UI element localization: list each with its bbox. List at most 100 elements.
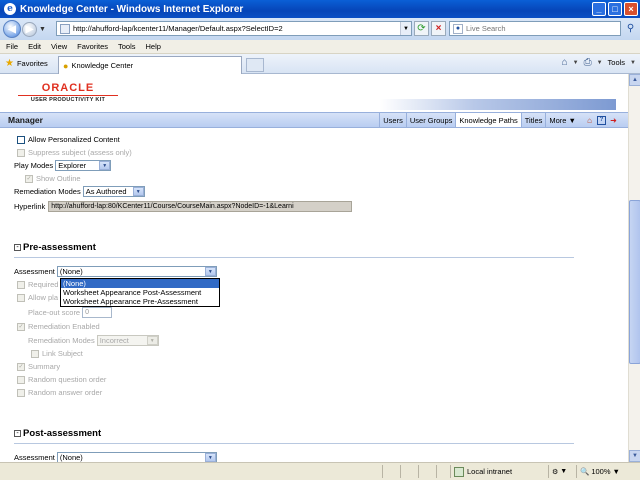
- suppress-subject-row: Suppress subject (assess only): [17, 148, 132, 157]
- menu-favorites[interactable]: Favorites: [72, 42, 113, 51]
- chevron-down-icon: ▼: [204, 267, 216, 276]
- search-go-icon[interactable]: ⚲: [624, 22, 637, 35]
- play-modes-row: Play Modes Explorer ▼: [14, 160, 112, 171]
- suppress-subject-checkbox[interactable]: [17, 148, 25, 157]
- remediation-enabled-checkbox[interactable]: ✓: [17, 322, 25, 331]
- required-label: Required: [28, 280, 59, 289]
- hyperlink-field[interactable]: http://ahufford-lap:80/KCenter11/Course/…: [48, 201, 353, 212]
- refresh-button[interactable]: ⟳: [414, 21, 429, 36]
- link-subject-label: Link Subject: [42, 349, 83, 358]
- logout-icon[interactable]: ➜: [609, 116, 618, 125]
- back-button[interactable]: ◀: [3, 20, 21, 38]
- zone-label: Local intranet: [467, 467, 513, 476]
- vertical-scrollbar[interactable]: ▲ ▼: [628, 74, 640, 462]
- nav-users[interactable]: Users: [379, 113, 406, 127]
- nav-titles[interactable]: Titles: [520, 113, 546, 127]
- menu-file[interactable]: File: [0, 42, 23, 51]
- random-question-label: Random question order: [28, 375, 107, 384]
- scroll-down-icon[interactable]: ▼: [629, 450, 640, 462]
- print-icon[interactable]: ⎙: [584, 57, 592, 68]
- manager-bar: Manager Users User Groups Knowledge Path…: [0, 112, 628, 128]
- help-icon[interactable]: ?: [597, 115, 606, 125]
- remediation-modes-select[interactable]: As Authored ▼: [82, 186, 145, 197]
- home-icon[interactable]: ⌂: [585, 116, 594, 125]
- random-answer-row: Random answer order: [17, 388, 102, 397]
- scrollbar-thumb[interactable]: [629, 200, 640, 364]
- minimize-button[interactable]: _: [592, 2, 606, 16]
- pre-remediation-modes-select[interactable]: Incorrect ▼: [96, 335, 159, 346]
- favorites-label: Favorites: [16, 59, 48, 68]
- security-zone[interactable]: Local intranet: [454, 465, 512, 478]
- allow-place-out-checkbox[interactable]: [17, 293, 25, 302]
- play-modes-select[interactable]: Explorer ▼: [55, 160, 112, 171]
- nav-more[interactable]: More ▼: [545, 113, 579, 127]
- new-tab-button[interactable]: [246, 58, 264, 72]
- manager-title: Manager: [8, 115, 43, 125]
- menu-view[interactable]: View: [46, 42, 72, 51]
- show-outline-row: ✓ Show Outline: [25, 174, 81, 183]
- pre-assessment-heading[interactable]: - Pre-assessment: [14, 242, 96, 253]
- home-icon[interactable]: ⌂: [562, 57, 568, 68]
- address-field[interactable]: http://ahufford-lap/kcenter11/Manager/De…: [56, 21, 412, 36]
- nav-user-groups[interactable]: User Groups: [405, 113, 456, 127]
- stop-button[interactable]: ×: [431, 21, 446, 36]
- link-subject-checkbox[interactable]: [31, 349, 39, 358]
- address-toolbar: ◀ ▶ ▼ http://ahufford-lap/kcenter11/Mana…: [0, 18, 640, 40]
- forward-button[interactable]: ▶: [22, 21, 37, 37]
- close-button[interactable]: ×: [624, 2, 638, 16]
- page-content: ORACLE USER PRODUCTIVITY KIT Manager Use…: [0, 74, 628, 462]
- section-divider: [14, 443, 574, 444]
- menu-help[interactable]: Help: [141, 42, 166, 51]
- remediation-enabled-label: Remediation Enabled: [28, 322, 100, 331]
- zoom-control[interactable]: 🔍 100% ▼: [580, 465, 620, 478]
- chevron-down-icon: ▼: [132, 187, 144, 196]
- post-assessment-heading[interactable]: - Post-assessment: [14, 428, 101, 439]
- required-checkbox[interactable]: [17, 280, 25, 289]
- search-input[interactable]: [466, 24, 616, 33]
- allow-place-out-row: Allow pla: [17, 293, 58, 302]
- recent-pages-dropdown-icon[interactable]: ▼: [39, 26, 46, 33]
- oracle-upk-logo: ORACLE USER PRODUCTIVITY KIT: [18, 82, 118, 103]
- dropdown-option[interactable]: Worksheet Appearance Post-Assessment: [61, 288, 219, 297]
- scroll-up-icon[interactable]: ▲: [629, 74, 640, 86]
- pre-assessment-select[interactable]: (None) ▼: [56, 266, 217, 277]
- post-assessment-select-row: Assessment (None) ▼: [14, 452, 217, 462]
- address-dropdown-icon[interactable]: ▼: [400, 22, 411, 35]
- zoom-dropdown-icon: ▼: [612, 467, 620, 476]
- random-answer-checkbox[interactable]: [17, 388, 25, 397]
- place-out-score-input[interactable]: 0: [82, 307, 113, 318]
- collapse-icon[interactable]: -: [14, 430, 21, 437]
- tab-page-icon: ●: [63, 60, 69, 71]
- dropdown-option[interactable]: Worksheet Appearance Pre-Assessment: [61, 297, 219, 306]
- post-assessment-select[interactable]: (None) ▼: [56, 452, 217, 462]
- tools-button[interactable]: Tools: [608, 58, 626, 67]
- print-dropdown-icon[interactable]: ▼: [597, 60, 603, 66]
- internet-explorer-icon: e: [4, 3, 16, 15]
- show-outline-checkbox[interactable]: ✓: [25, 174, 33, 183]
- summary-checkbox[interactable]: ✓: [17, 362, 25, 371]
- zoom-icon: 🔍: [580, 467, 590, 476]
- search-field[interactable]: ●: [449, 21, 621, 36]
- address-url[interactable]: http://ahufford-lap/kcenter11/Manager/De…: [73, 24, 400, 33]
- tab-knowledge-center[interactable]: ● Knowledge Center: [58, 56, 242, 74]
- place-out-score-row: Place-out score 0: [28, 307, 113, 318]
- manager-nav: Users User Groups Knowledge Paths Titles…: [379, 113, 618, 127]
- brand-header: ORACLE USER PRODUCTIVITY KIT: [0, 74, 628, 112]
- dropdown-option[interactable]: (None): [61, 279, 219, 288]
- random-answer-label: Random answer order: [28, 388, 103, 397]
- nav-knowledge-paths[interactable]: Knowledge Paths: [455, 113, 521, 127]
- tools-dropdown-icon[interactable]: ▼: [630, 60, 636, 66]
- pre-assessment-label: Assessment: [14, 267, 55, 276]
- menu-tools[interactable]: Tools: [113, 42, 141, 51]
- maximize-button[interactable]: □: [608, 2, 622, 16]
- allow-personalized-checkbox[interactable]: [17, 135, 25, 144]
- protected-mode-status[interactable]: ⚙ ▼: [552, 465, 567, 478]
- random-question-checkbox[interactable]: [17, 375, 25, 384]
- allow-place-out-label: Allow pla: [28, 293, 59, 302]
- summary-row: ✓ Summary: [17, 362, 60, 371]
- collapse-icon[interactable]: -: [14, 244, 21, 251]
- favorites-button[interactable]: ★ Favorites: [5, 58, 48, 69]
- menu-edit[interactable]: Edit: [23, 42, 46, 51]
- page-icon: [60, 23, 70, 34]
- home-dropdown-icon[interactable]: ▼: [573, 60, 579, 66]
